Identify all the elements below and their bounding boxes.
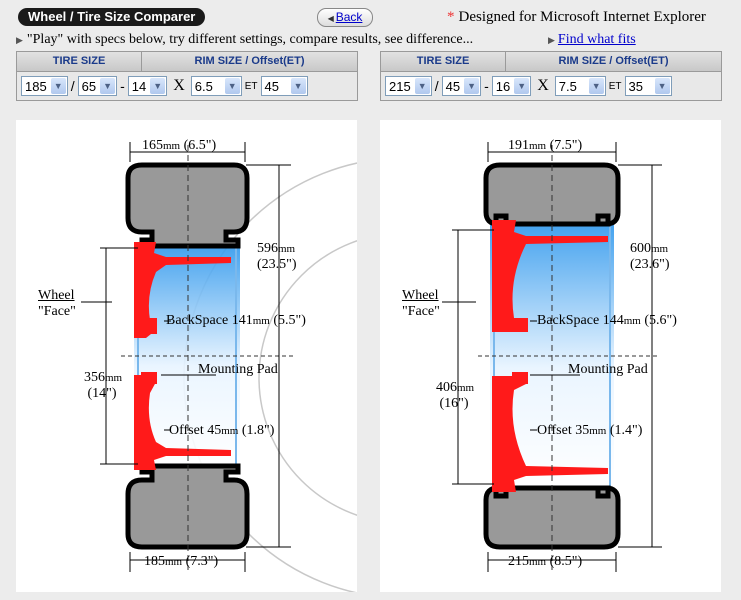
right-wheel-graphic xyxy=(442,142,662,572)
right-offset-label: Offset 35mm (1.4") xyxy=(537,423,643,438)
left-aspect-select[interactable]: 65 ▼ xyxy=(77,76,118,96)
top-bar: Wheel / Tire Size Comparer ◀ Back * Design… xyxy=(0,0,741,52)
right-mounting-pad-label: Mounting Pad xyxy=(568,362,648,377)
right-aspect-select[interactable]: 45 ▼ xyxy=(441,76,482,96)
right-top-width-label: 191mm (7.5") xyxy=(508,138,583,153)
asterisk-icon: * xyxy=(447,9,455,25)
left-wheel-diagram: 165mm (6.5") 596mm (23.5") Wheel "Face" Ba… xyxy=(16,120,357,592)
right-rim-diameter-label: 406mm (16") xyxy=(436,380,475,411)
instructions: ▶ "Play" with specs below, try different … xyxy=(16,32,474,47)
right-wheel-diagram: 191mm (7.5") 600mm (23.6") Wheel "Face" Ba… xyxy=(380,120,721,592)
right-diameter-label: 600mm (23.6") xyxy=(630,241,670,272)
left-mounting-pad-label: Mounting Pad xyxy=(198,362,278,377)
left-wheel-graphic xyxy=(81,142,357,592)
back-button[interactable]: ◀ Back xyxy=(317,8,373,27)
left-bottom-width-label: 185mm (7.3") xyxy=(144,554,219,569)
chevron-down-icon: ▼ xyxy=(464,78,480,94)
chevron-down-icon: ▼ xyxy=(514,78,530,94)
left-rim-width-select[interactable]: 6.5 ▼ xyxy=(190,76,242,96)
left-config-table: TIRE SIZE RIM SIZE / Offset(ET) 185 ▼ / 6… xyxy=(16,51,358,101)
app-title: Wheel / Tire Size Comparer xyxy=(18,8,206,26)
bullet-arrow-icon: ▶ xyxy=(16,35,23,45)
right-face-label: Wheel "Face" xyxy=(402,288,440,319)
left-offset-select[interactable]: 45 ▼ xyxy=(260,76,308,96)
tire-size-header: TIRE SIZE xyxy=(381,52,506,71)
right-tire-width-select[interactable]: 215 ▼ xyxy=(385,76,432,96)
right-config-table: TIRE SIZE RIM SIZE / Offset(ET) 215 ▼ / 4… xyxy=(380,51,722,101)
back-label: Back xyxy=(335,10,363,24)
left-rim-diameter-select[interactable]: 14 ▼ xyxy=(127,76,168,96)
chevron-down-icon: ▼ xyxy=(414,78,430,94)
left-tire-width-select[interactable]: 185 ▼ xyxy=(21,76,68,96)
chevron-down-icon: ▼ xyxy=(588,78,604,94)
chevron-down-icon: ▼ xyxy=(50,78,66,94)
chevron-down-icon: ▼ xyxy=(150,78,166,94)
right-backspace-label: BackSpace 144mm (5.6") xyxy=(537,313,677,328)
chevron-down-icon: ▼ xyxy=(290,78,306,94)
find-what-fits-link[interactable]: ▶ Find what fits xyxy=(548,32,636,48)
link-arrow-icon: ▶ xyxy=(548,35,555,45)
chevron-down-icon: ▼ xyxy=(654,78,670,94)
left-offset-label: Offset 45mm (1.8") xyxy=(169,423,275,438)
left-backspace-label: BackSpace 141mm (5.5") xyxy=(166,313,306,328)
right-bottom-width-label: 215mm (8.5") xyxy=(508,554,583,569)
chevron-down-icon: ▼ xyxy=(224,78,240,94)
right-rim-width-select[interactable]: 7.5 ▼ xyxy=(554,76,606,96)
left-face-label: Wheel "Face" xyxy=(38,288,76,319)
right-rim-diameter-select[interactable]: 16 ▼ xyxy=(491,76,532,96)
left-rim-diameter-label: 356mm (14") xyxy=(84,370,123,401)
rim-size-header: RIM SIZE / Offset(ET) xyxy=(558,55,669,67)
designed-note: * Designed for Microsoft Internet Explore… xyxy=(447,9,706,25)
right-offset-select[interactable]: 35 ▼ xyxy=(624,76,672,96)
tire-size-header: TIRE SIZE xyxy=(17,52,142,71)
rim-size-header: RIM SIZE / Offset(ET) xyxy=(194,55,305,67)
back-arrow-icon: ◀ xyxy=(327,14,334,23)
left-top-width-label: 165mm (6.5") xyxy=(142,138,217,153)
left-diameter-label: 596mm (23.5") xyxy=(257,241,297,272)
chevron-down-icon: ▼ xyxy=(100,78,116,94)
